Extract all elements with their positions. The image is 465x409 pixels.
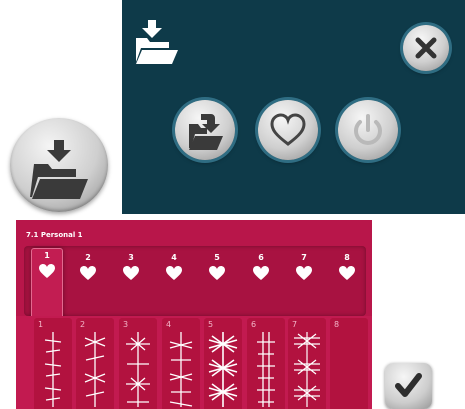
stitch-slot-1[interactable]: 1 xyxy=(34,318,72,409)
slot-number: 2 xyxy=(80,320,86,329)
heart-icon xyxy=(80,266,96,280)
close-icon xyxy=(415,37,437,59)
heart-icon xyxy=(39,264,55,278)
stitch-slot-2[interactable]: 2 xyxy=(76,318,114,409)
slot-number: 1 xyxy=(38,320,44,329)
stitch-pattern-icon xyxy=(126,332,150,407)
heart-icon xyxy=(166,266,182,280)
folder-open-icon xyxy=(189,114,223,150)
stitch-slot-3[interactable]: 3 xyxy=(119,318,157,409)
stitch-pattern-icon xyxy=(44,332,62,407)
stitch-pattern-icon xyxy=(208,332,238,407)
tab-3[interactable]: 3 xyxy=(116,251,146,295)
folder-load-icon xyxy=(136,20,178,64)
tab-7[interactable]: 7 xyxy=(289,251,319,295)
slot-number: 3 xyxy=(123,320,129,329)
load-dialog xyxy=(122,0,465,214)
tab-1[interactable]: 1 xyxy=(31,248,63,325)
tab-number: 3 xyxy=(128,253,134,262)
tab-number: 4 xyxy=(171,253,177,262)
menu-title: 7.1 Personal 1 xyxy=(26,231,83,239)
heart-icon xyxy=(209,266,225,280)
tab-4[interactable]: 4 xyxy=(159,251,189,295)
heart-icon xyxy=(339,266,355,280)
stitch-pattern-icon xyxy=(294,332,320,407)
stitch-slot-5[interactable]: 5 xyxy=(204,318,242,409)
power-icon xyxy=(354,114,382,145)
tab-number: 1 xyxy=(44,251,50,260)
slot-number: 8 xyxy=(334,320,340,329)
stitch-slot-4[interactable]: 4 xyxy=(162,318,200,409)
slot-number: 4 xyxy=(166,320,172,329)
tab-8[interactable]: 8 xyxy=(332,251,362,295)
folder-load-icon xyxy=(30,140,88,199)
load-button[interactable] xyxy=(10,118,108,212)
personal-menu-panel: 7.1 Personal 1 1 2 3 4 5 6 7 8 1 2 3 4 5… xyxy=(16,220,372,409)
close-button[interactable] xyxy=(403,25,449,71)
favorite-button[interactable] xyxy=(258,100,318,160)
stitch-pattern-icon xyxy=(257,332,275,407)
tab-number: 7 xyxy=(301,253,307,262)
ok-button[interactable] xyxy=(385,363,432,409)
tab-number: 5 xyxy=(214,253,220,262)
stitch-slot-6[interactable]: 6 xyxy=(247,318,285,409)
slot-number: 5 xyxy=(208,320,214,329)
heart-icon xyxy=(253,266,269,280)
heart-icon xyxy=(296,266,312,280)
stitch-slot-8[interactable]: 8 xyxy=(330,318,368,409)
power-button[interactable] xyxy=(338,100,398,160)
tab-number: 8 xyxy=(344,253,350,262)
tab-5[interactable]: 5 xyxy=(202,251,232,295)
slot-number: 6 xyxy=(251,320,257,329)
tab-2[interactable]: 2 xyxy=(73,251,103,295)
slot-number: 7 xyxy=(292,320,298,329)
heart-icon xyxy=(270,113,306,146)
checkmark-icon xyxy=(395,373,422,397)
open-file-button[interactable] xyxy=(175,100,235,160)
stitch-slot-7[interactable]: 7 xyxy=(288,318,326,409)
tab-6[interactable]: 6 xyxy=(246,251,276,295)
stitch-pattern-icon xyxy=(169,332,193,407)
stitch-pattern-icon xyxy=(84,332,106,407)
tab-number: 2 xyxy=(85,253,91,262)
heart-icon xyxy=(123,266,139,280)
tab-number: 6 xyxy=(258,253,264,262)
